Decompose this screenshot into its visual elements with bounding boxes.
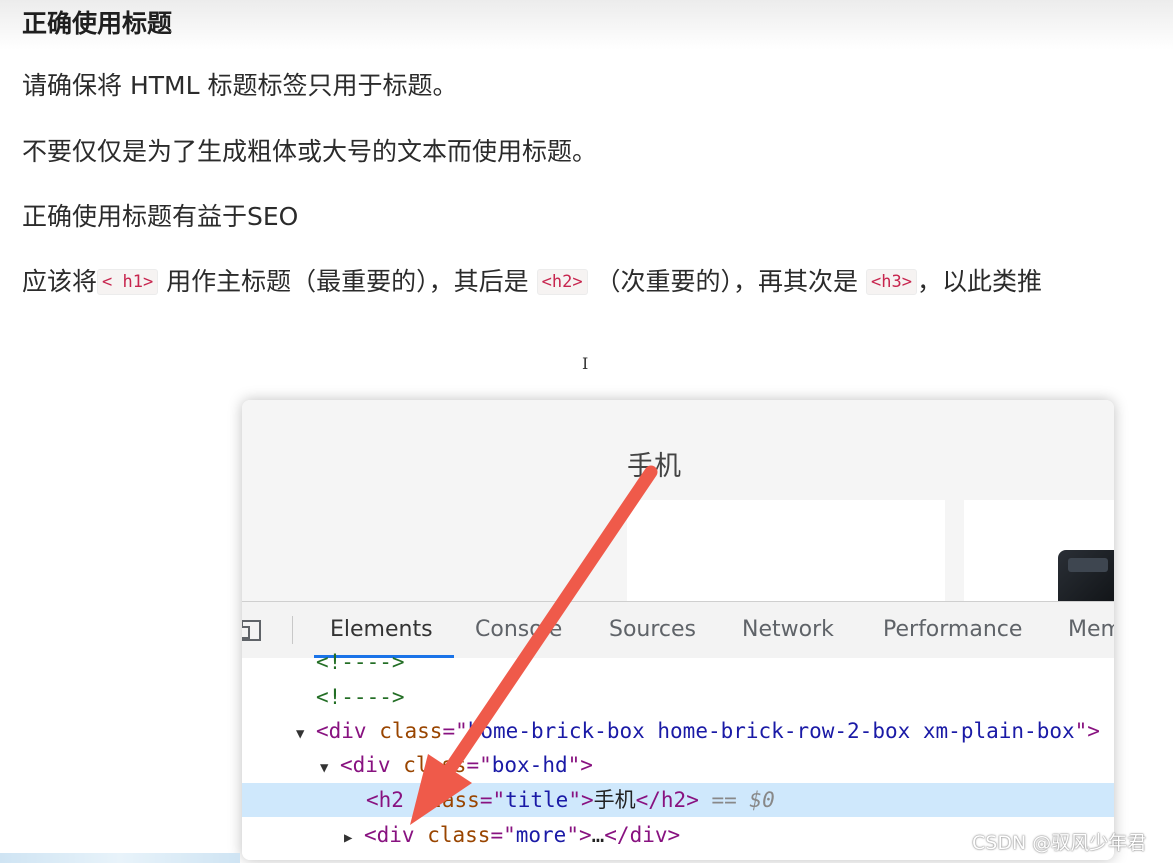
annotation-arrow (410, 465, 658, 825)
arrow-shaft (439, 465, 658, 782)
arrow-head (410, 754, 472, 825)
bottom-streak (0, 853, 240, 863)
watermark: CSDN @驭风少年君 (972, 832, 1147, 854)
